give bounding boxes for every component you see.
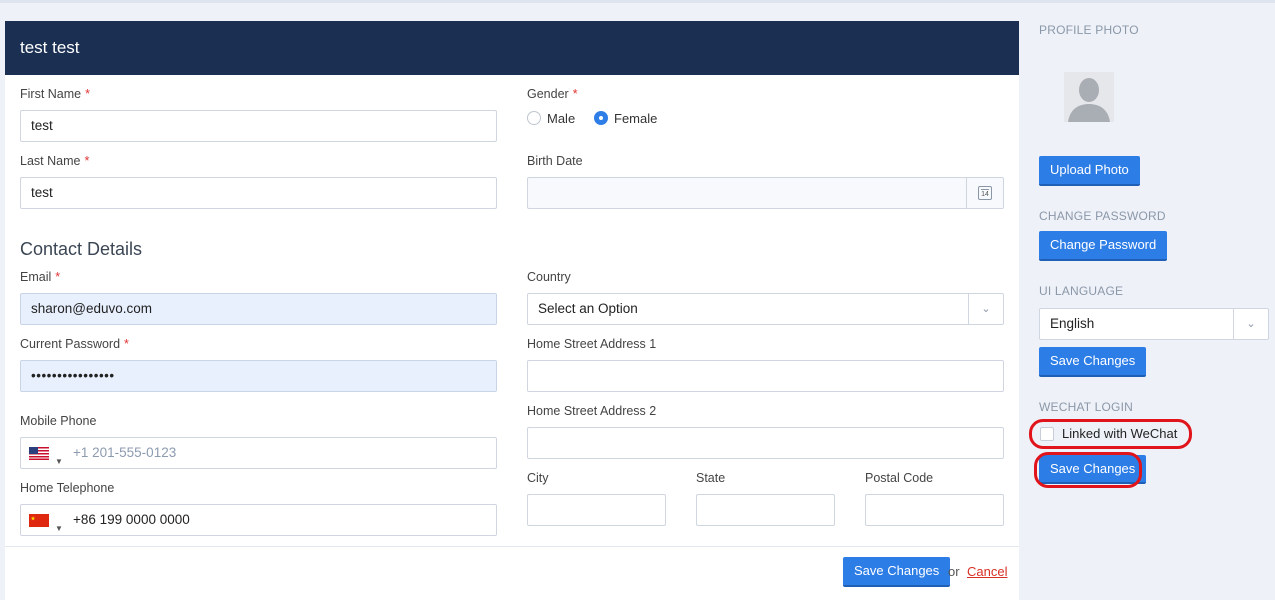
calendar-button[interactable]: 14 [966,178,1003,208]
email-input[interactable]: sharon@eduvo.com [20,293,497,325]
country-code-caret-icon[interactable]: ▼ [55,514,63,544]
city-input[interactable] [527,494,666,526]
mobile-phone-placeholder: +1 201-555-0123 [73,445,177,460]
change-password-button[interactable]: Change Password [1039,231,1168,261]
city-label: City [527,471,549,485]
ui-language-heading: UI LANGUAGE [1039,284,1124,298]
radio-male[interactable] [527,111,541,125]
wechat-checkbox[interactable] [1040,427,1054,441]
home-street-2-label: Home Street Address 2 [527,404,657,418]
home-telephone-value: +86 199 0000 0000 [73,512,190,527]
home-telephone-input[interactable]: ▼ +86 199 0000 0000 [20,504,497,536]
mobile-phone-input[interactable]: ▼ +1 201-555-0123 [20,437,497,469]
first-name-input[interactable]: test [20,110,497,142]
wechat-save-highlight [1034,452,1142,488]
language-select-value: English [1050,316,1095,331]
form-footer: Save Changes or Cancel [5,546,1019,600]
calendar-icon: 14 [978,186,992,200]
top-border [0,0,1275,3]
upload-photo-button[interactable]: Upload Photo [1039,156,1140,186]
home-street-1-input[interactable] [527,360,1004,392]
home-street-1-label: Home Street Address 1 [527,337,657,351]
email-label: Email * [20,270,61,284]
country-select[interactable]: Select an Option ⌄ [527,293,1004,325]
last-name-input[interactable]: test [20,177,497,209]
home-telephone-label: Home Telephone [20,481,115,495]
cancel-link[interactable]: Cancel [967,564,1007,579]
gender-label: Gender * [527,87,578,101]
page-title: test test [5,21,1019,75]
save-changes-button[interactable]: Save Changes [843,557,951,587]
country-code-caret-icon[interactable]: ▼ [55,447,63,477]
gender-male-option[interactable]: Male [527,109,575,127]
birth-date-input[interactable]: 14 [527,177,1004,209]
or-text: or [948,564,960,579]
avatar [1064,72,1114,122]
radio-female[interactable] [594,111,608,125]
current-password-input[interactable]: •••••••••••••••• [20,360,497,392]
chevron-down-icon[interactable]: ⌄ [1233,309,1268,339]
postal-code-input[interactable] [865,494,1004,526]
last-name-label: Last Name * [20,154,90,168]
mobile-phone-label: Mobile Phone [20,414,97,428]
country-label: Country [527,270,571,284]
country-select-value: Select an Option [538,301,638,316]
user-silhouette-icon [1064,72,1114,122]
wechat-checkbox-label[interactable]: Linked with WeChat [1062,426,1177,441]
china-flag-icon[interactable] [29,514,49,527]
birth-date-label: Birth Date [527,154,583,168]
contact-details-heading: Contact Details [20,239,143,259]
profile-form-card: test test First Name * test Last Name * te… [5,21,1019,600]
home-street-2-input[interactable] [527,427,1004,459]
us-flag-icon[interactable] [29,447,49,460]
state-label: State [696,471,726,485]
first-name-label: First Name * [20,87,90,101]
language-save-button[interactable]: Save Changes [1039,347,1147,377]
profile-photo-heading: PROFILE PHOTO [1039,23,1139,37]
current-password-label: Current Password * [20,337,129,351]
wechat-login-heading: WECHAT LOGIN [1039,400,1133,414]
language-select[interactable]: English ⌄ [1039,308,1269,340]
change-password-heading: CHANGE PASSWORD [1039,209,1166,223]
postal-code-label: Postal Code [865,471,934,485]
chevron-down-icon[interactable]: ⌄ [968,294,1003,324]
state-input[interactable] [696,494,835,526]
gender-female-option[interactable]: Female [594,109,657,127]
